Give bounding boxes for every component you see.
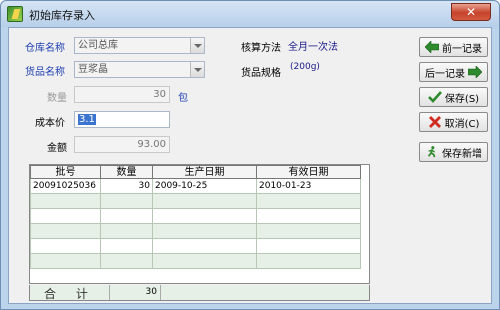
cell-batch[interactable]: 20091025036 — [30, 178, 101, 194]
cell-qty[interactable] — [100, 193, 153, 209]
column-header-production-date[interactable]: 生产日期 — [152, 165, 257, 179]
cross-icon — [428, 116, 441, 128]
column-header-batch[interactable]: 批号 — [30, 165, 101, 179]
cancel-button[interactable]: 取消(C) — [419, 112, 488, 132]
method-value: 全月一次法 — [288, 42, 338, 53]
cell-production-date[interactable] — [152, 223, 257, 239]
window-title: 初始库存录入 — [29, 9, 95, 22]
qty-field[interactable]: 30 — [74, 86, 170, 103]
cost-field[interactable]: 3.1 — [74, 111, 170, 128]
table-row[interactable] — [30, 223, 361, 239]
cell-expiry-date[interactable] — [256, 193, 361, 209]
goods-value: 豆浆晶 — [78, 64, 108, 75]
save-label: 保存(S) — [444, 93, 480, 105]
goods-select[interactable]: 豆浆晶 — [74, 61, 205, 78]
goods-label: 货品名称 — [25, 67, 65, 78]
title-bar[interactable]: 初始库存录入 ✕ — [1, 1, 499, 27]
prev-record-label: 前一记录 — [442, 43, 482, 55]
next-record-button[interactable]: 后一记录 — [419, 62, 488, 82]
cell-production-date[interactable] — [152, 208, 257, 224]
total-qty: 30 — [109, 285, 161, 300]
total-row: 合 计 30 — [29, 285, 370, 301]
prev-record-button[interactable]: 前一记录 — [419, 37, 488, 57]
qty-label: 数量 — [47, 93, 67, 104]
cell-expiry-date[interactable] — [256, 238, 361, 254]
spec-label: 货品规格 — [241, 68, 281, 79]
close-button[interactable]: ✕ — [451, 3, 491, 21]
cell-qty[interactable] — [100, 253, 153, 269]
column-header-qty[interactable]: 数量 — [100, 165, 153, 179]
cell-production-date[interactable] — [152, 238, 257, 254]
cell-batch[interactable] — [30, 253, 101, 269]
checkmark-icon — [428, 91, 442, 103]
cell-expiry-date[interactable] — [256, 253, 361, 269]
spec-value: (200g) — [290, 62, 320, 72]
batch-table[interactable]: 批号 数量 生产日期 有效日期 20091025036 30 2009-10-2… — [29, 164, 370, 284]
cost-value: 3.1 — [78, 114, 96, 125]
save-button[interactable]: 保存(S) — [419, 87, 488, 107]
amount-field[interactable]: 93.00 — [74, 136, 170, 153]
cost-label: 成本价 — [35, 118, 65, 129]
column-header-expiry-date[interactable]: 有效日期 — [256, 165, 361, 179]
cell-expiry-date[interactable] — [256, 223, 361, 239]
next-record-label: 后一记录 — [425, 68, 465, 80]
app-icon — [7, 6, 23, 22]
warehouse-value: 公司总库 — [78, 40, 118, 51]
cell-production-date[interactable] — [152, 253, 257, 269]
table-row[interactable]: 20091025036 30 2009-10-25 2010-01-23 — [30, 178, 361, 194]
cell-expiry-date[interactable]: 2010-01-23 — [256, 178, 361, 194]
chevron-down-icon[interactable] — [190, 38, 204, 53]
cell-qty[interactable]: 30 — [100, 178, 153, 194]
running-person-icon — [427, 146, 436, 158]
qty-unit: 包 — [178, 93, 188, 104]
warehouse-label: 仓库名称 — [25, 43, 65, 54]
chevron-down-icon[interactable] — [190, 62, 204, 77]
cell-batch[interactable] — [30, 193, 101, 209]
cell-qty[interactable] — [100, 238, 153, 254]
cell-batch[interactable] — [30, 223, 101, 239]
arrow-left-icon — [425, 41, 439, 53]
cell-qty[interactable] — [100, 223, 153, 239]
cell-expiry-date[interactable] — [256, 208, 361, 224]
table-row[interactable] — [30, 193, 361, 209]
table-row[interactable] — [30, 208, 361, 224]
dialog-window: 初始库存录入 ✕ 仓库名称 公司总库 货品名称 豆浆晶 数量 30 包 成本价 … — [0, 0, 500, 310]
cancel-label: 取消(C) — [444, 118, 480, 130]
total-label: 合 计 — [44, 287, 96, 301]
save-new-button[interactable]: 保存新增 — [419, 142, 488, 162]
table-row[interactable] — [30, 253, 361, 269]
warehouse-select[interactable]: 公司总库 — [74, 37, 205, 54]
arrow-right-icon — [468, 66, 482, 78]
save-new-label: 保存新增 — [442, 148, 482, 160]
method-label: 核算方法 — [241, 43, 281, 54]
cell-production-date[interactable] — [152, 193, 257, 209]
table-row[interactable] — [30, 238, 361, 254]
cell-qty[interactable] — [100, 208, 153, 224]
cell-batch[interactable] — [30, 238, 101, 254]
dialog-body: 仓库名称 公司总库 货品名称 豆浆晶 数量 30 包 成本价 3.1 金额 93… — [8, 27, 492, 304]
cell-batch[interactable] — [30, 208, 101, 224]
cell-production-date[interactable]: 2009-10-25 — [152, 178, 257, 194]
amount-label: 金额 — [47, 143, 67, 154]
